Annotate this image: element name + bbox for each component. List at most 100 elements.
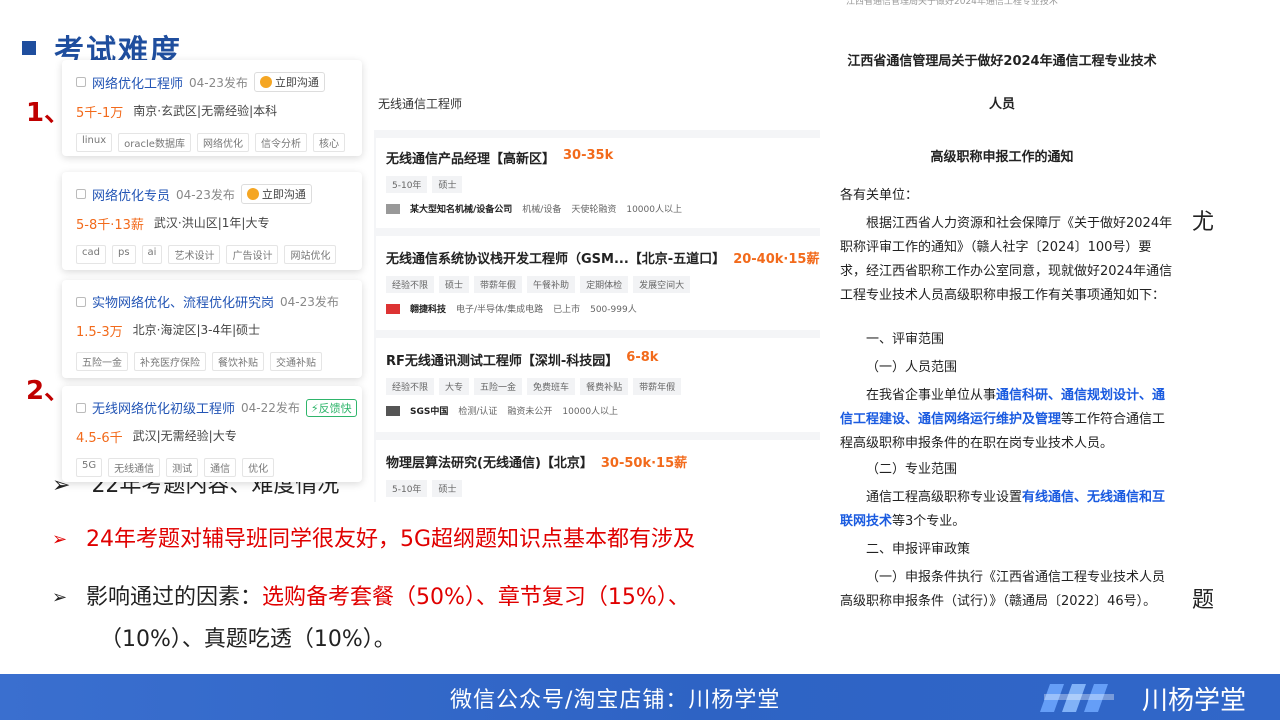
search-result-item[interactable]: 无线通信系统协议栈开发工程师（GSM...【北京-五道口】 20-40k·15薪 … (376, 236, 820, 330)
result-title[interactable]: 无线通信系统协议栈开发工程师（GSM...【北京-五道口】 (386, 248, 725, 267)
bullet-text-prefix: 影响通过的因素： (86, 585, 263, 610)
result-tag: 5-10年 (386, 480, 428, 497)
company-info: 500-999人 (590, 305, 637, 315)
job-tag: ai (141, 245, 163, 264)
job-tag: 通信 (204, 458, 237, 477)
notice-subheading: （一）人员范围 (866, 360, 958, 375)
job-title[interactable]: 实物网络优化、流程优化研究岗 (92, 292, 274, 311)
notice-title-line: 江西省通信管理局关于做好2024年通信工程专业技术 (847, 54, 1157, 69)
company-info: 机械/设备 (522, 205, 562, 215)
notice-heading: 一、评审范围 (866, 332, 945, 347)
result-tag: 发展空间大 (633, 276, 691, 293)
result-salary: 6-8k (626, 350, 659, 365)
notice-text: 等3个专业。 (892, 514, 966, 529)
job-salary: 5千-1万 (76, 106, 124, 121)
job-tag: 测试 (166, 458, 199, 477)
cropped-header-strip: 江西省通信管理局关于做好2024年通信工程专业技术 (846, 0, 1158, 10)
job-tag: 网络优化 (196, 133, 249, 152)
result-salary: 30-35k (563, 148, 614, 163)
title-bullet-square (22, 41, 36, 55)
select-checkbox[interactable] (76, 296, 86, 307)
notice-heading: 二、申报评审政策 (866, 542, 971, 557)
company-name[interactable]: SGS中国 (410, 404, 448, 417)
result-tag: 免费班车 (527, 378, 576, 395)
company-info: 10000人以上 (626, 205, 682, 215)
company-info: 检测/认证 (458, 407, 498, 417)
chat-button[interactable]: 立即沟通 (253, 72, 325, 92)
job-date: 04-22发布 (241, 401, 300, 415)
job-tag: 五险一金 (76, 352, 128, 371)
company-info: 天使轮融资 (571, 205, 617, 215)
job-date: 04-23发布 (176, 187, 235, 202)
notice-paragraph: （一）申报条件执行《江西省通信工程专业技术人员高级职称申报条件（试行）》（赣通局… (840, 570, 1166, 609)
job-salary: 5-8千·13薪 (76, 218, 144, 233)
search-result-item[interactable]: 物理层算法研究(无线通信)【北京】 30-50k·15薪 5-10年 硕士 (376, 440, 820, 502)
company-logo-icon (386, 203, 400, 214)
notice-document: 江西省通信管理局关于做好2024年通信工程专业技术 江西省通信管理局关于做好20… (822, 0, 1182, 640)
result-tag: 带薪年假 (633, 378, 682, 395)
bullet-arrow-icon: ➢ (52, 587, 68, 608)
brand-name: 川杨学堂 (1142, 686, 1247, 716)
bullet-text-highlight: 选购备考套餐（50%）、章节复习（15%）、 (262, 585, 690, 610)
notice-paragraph: 在我省企事业单位从事通信科研、通信规划设计、通信工程建设、通信网络运行维护及管理… (840, 384, 1176, 456)
job-tag: 信令分析 (254, 133, 307, 152)
brand-logo-icon (1040, 684, 1114, 712)
job-title[interactable]: 无线网络优化初级工程师 (92, 398, 235, 417)
notice-title-line: 人员 (988, 97, 1015, 112)
search-input[interactable]: 无线通信工程师 (374, 74, 820, 130)
job-card[interactable]: 无线网络优化初级工程师 04-22发布 ⚡反馈快 4.5-6千 武汉|无需经验|大… (62, 386, 362, 482)
result-tag: 餐费补贴 (580, 378, 629, 395)
job-tag: ps (111, 245, 136, 264)
job-tag: 广告设计 (226, 245, 279, 264)
bullet-item-1: ➢ 24年考题对辅导班同学很友好，5G超纲题知识点基本都有涉及 (52, 522, 695, 558)
job-tag: linux (76, 133, 113, 152)
chat-button-label: 立即沟通 (274, 76, 319, 89)
result-tag: 五险一金 (474, 378, 523, 395)
job-tag: 补充医疗保险 (134, 352, 206, 371)
select-checkbox[interactable] (76, 402, 86, 413)
result-tag: 5-10年 (386, 176, 428, 193)
search-result-item[interactable]: 无线通信产品经理【高新区】 30-35k 5-10年 硕士 某大型知名机械/设备公… (376, 138, 820, 228)
company-name[interactable]: 翱捷科技 (410, 302, 446, 315)
company-info: 10000人以上 (562, 407, 619, 417)
chat-icon (259, 76, 272, 88)
job-title[interactable]: 网络优化工程师 (92, 73, 183, 92)
result-tag: 定期体检 (580, 276, 629, 293)
job-card[interactable]: 网络优化工程师 04-23发布 立即沟通 5千-1万 南京·玄武区|无需经验|本科… (62, 60, 362, 156)
notice-text: 通信工程高级职称专业设置 (866, 490, 1023, 505)
select-checkbox[interactable] (76, 189, 86, 199)
result-tag: 大专 (439, 378, 470, 395)
company-name[interactable]: 某大型知名机械/设备公司 (410, 202, 512, 215)
notice-text: 在我省企事业单位从事 (866, 388, 997, 403)
search-result-item[interactable]: RF无线通讯测试工程师【深圳-科技园】 6-8k 经验不限 大专 五险一金 免费班… (376, 338, 820, 432)
job-tag: 交通补贴 (270, 352, 322, 371)
company-logo-icon (386, 405, 400, 416)
footer-text: 微信公众号/淘宝店铺：川杨学堂 (450, 688, 781, 713)
select-checkbox[interactable] (76, 77, 86, 87)
company-info: 电子/半导体/集成电路 (456, 305, 544, 315)
bullet-text: 24年考题对辅导班同学很友好，5G超纲题知识点基本都有涉及 (86, 527, 696, 552)
result-tag: 硕士 (439, 276, 470, 293)
badge-label: 反馈快 (318, 401, 352, 415)
job-location: 武汉·洪山区|1年|大专 (153, 216, 270, 230)
job-tag: 无线通信 (108, 458, 161, 477)
result-title[interactable]: RF无线通讯测试工程师【深圳-科技园】 (386, 350, 618, 369)
chat-button-label: 立即沟通 (261, 188, 306, 201)
search-results-panel: 无线通信工程师 无线通信产品经理【高新区】 30-35k 5-10年 硕士 某大型… (374, 74, 820, 502)
job-card[interactable]: 实物网络优化、流程优化研究岗 04-23发布 1.5-3万 北京·海淀区|3-4年… (62, 280, 362, 378)
job-card[interactable]: 网络优化专员 04-23发布 立即沟通 5-8千·13薪 武汉·洪山区|1年|大专… (62, 172, 362, 270)
result-title[interactable]: 无线通信产品经理【高新区】 (386, 148, 555, 167)
job-title[interactable]: 网络优化专员 (92, 185, 170, 204)
result-salary: 30-50k·15薪 (600, 456, 688, 471)
result-tag: 午餐补助 (527, 276, 576, 293)
result-title[interactable]: 物理层算法研究(无线通信)【北京】 (386, 452, 593, 471)
notice-paragraph: 通信工程高级职称专业设置有线通信、无线通信和互联网技术等3个专业。 (840, 486, 1176, 534)
chat-button[interactable]: 立即沟通 (240, 184, 312, 204)
result-tag: 硕士 (432, 176, 463, 193)
result-salary: 20-40k·15薪 (733, 252, 820, 267)
notice-salutation: 各有关单位： (840, 188, 919, 203)
company-info: 已上市 (553, 305, 581, 315)
job-location: 北京·海淀区|3-4年|硕士 (132, 323, 261, 337)
notice-subheading: （二）专业范围 (866, 462, 958, 477)
notice-title-line: 高级职称申报工作的通知 (930, 150, 1074, 165)
